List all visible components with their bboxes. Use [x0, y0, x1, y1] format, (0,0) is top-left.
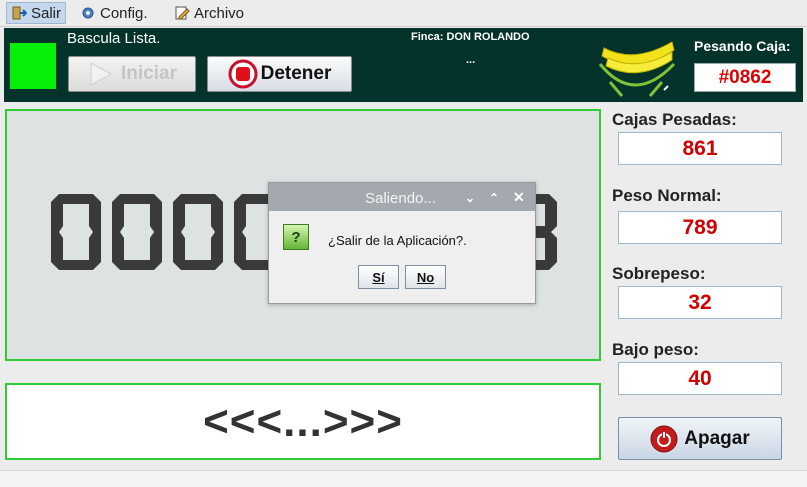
- normal-weight-value: 789: [618, 211, 782, 244]
- status-strip: [0, 470, 807, 487]
- stop-icon: [228, 59, 258, 89]
- farm-name: Finca: DON ROLANDO: [411, 31, 530, 43]
- status-led: [10, 43, 56, 89]
- menu-bar: Salir Config. Archivo: [0, 0, 807, 27]
- dialog-message: ¿Salir de la Aplicación?.: [328, 233, 467, 248]
- no-button-label: No: [416, 269, 435, 285]
- boxes-weighed-label: Cajas Pesadas:: [612, 110, 737, 129]
- start-button-label: Iniciar: [121, 63, 177, 84]
- no-button[interactable]: No: [405, 265, 446, 289]
- dialog-titlebar[interactable]: Saliendo... ⌄ ⌃ ✕: [269, 183, 535, 211]
- overweight-label: Sobrepeso:: [612, 264, 706, 283]
- farm-value: ...: [466, 54, 476, 66]
- power-icon: [650, 425, 678, 452]
- chevron-up-icon[interactable]: ⌃: [489, 191, 499, 205]
- digit-2: [112, 194, 162, 270]
- exit-icon: [12, 6, 27, 20]
- menu-salir-label: Salir: [31, 4, 62, 22]
- menu-config-label: Config.: [100, 4, 148, 22]
- underweight-value: 40: [618, 362, 782, 395]
- header-panel: Bascula Lista. Iniciar Detener Finca: DO…: [4, 28, 803, 102]
- menu-config[interactable]: Config.: [76, 3, 152, 23]
- power-off-label: Apagar: [684, 427, 750, 449]
- menu-salir[interactable]: Salir: [6, 2, 67, 24]
- menu-archivo-label: Archivo: [194, 4, 245, 22]
- menu-archivo[interactable]: Archivo: [170, 3, 248, 23]
- weighing-box-label: Pesando Caja:: [694, 38, 791, 54]
- play-icon: [90, 62, 113, 86]
- normal-weight-label: Peso Normal:: [612, 186, 722, 205]
- banana-logo: [598, 41, 676, 97]
- stop-button[interactable]: Detener: [207, 56, 352, 92]
- overweight-value: 32: [618, 286, 782, 319]
- yes-button-label: Sí: [372, 269, 385, 285]
- digit-1: [51, 194, 101, 270]
- chevron-down-icon[interactable]: ⌄: [465, 191, 475, 205]
- digit-3: [173, 194, 223, 270]
- gear-icon: [82, 7, 94, 19]
- weighing-box-value: #0862: [694, 63, 796, 92]
- dialog-title: Saliendo...: [365, 190, 436, 207]
- file-edit-icon: [175, 6, 190, 20]
- underweight-label: Bajo peso:: [612, 340, 699, 359]
- direction-indicator: <<<...>>>: [5, 383, 601, 460]
- question-icon: ?: [283, 224, 309, 250]
- close-icon[interactable]: ✕: [513, 189, 525, 206]
- power-off-button[interactable]: Apagar: [618, 417, 782, 460]
- start-button[interactable]: Iniciar: [68, 56, 196, 92]
- yes-button[interactable]: Sí: [358, 265, 399, 289]
- boxes-weighed-value: 861: [618, 132, 782, 165]
- scale-status: Bascula Lista.: [67, 30, 161, 47]
- stop-button-label: Detener: [260, 63, 332, 84]
- exit-dialog: Saliendo... ⌄ ⌃ ✕ ? ¿Salir de la Aplicac…: [268, 182, 536, 304]
